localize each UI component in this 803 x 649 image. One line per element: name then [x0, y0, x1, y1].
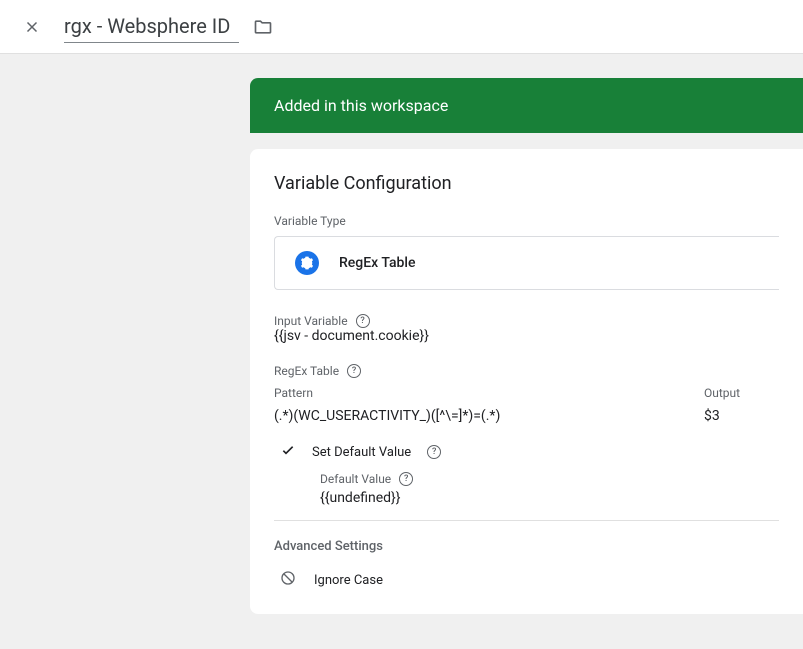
- default-value-label: Default Value: [320, 472, 391, 486]
- pattern-value: (.*)(WC_USERACTIVITY_)([^\=]*)=(.*): [274, 408, 704, 424]
- default-value-block: Default Value ? {{undefined}}: [320, 472, 779, 506]
- gear-icon: [300, 256, 314, 270]
- folder-button[interactable]: [253, 17, 273, 37]
- variable-type-value: RegEx Table: [339, 255, 415, 271]
- help-icon[interactable]: ?: [356, 314, 370, 328]
- variable-name-input[interactable]: [64, 10, 239, 43]
- help-icon[interactable]: ?: [347, 364, 361, 378]
- input-variable-label: Input Variable: [274, 314, 348, 328]
- default-value: {{undefined}}: [320, 490, 779, 506]
- set-default-value-row[interactable]: Set Default Value ?: [280, 442, 779, 462]
- help-icon[interactable]: ?: [427, 445, 441, 459]
- pattern-header: Pattern: [274, 386, 704, 400]
- block-icon: [280, 570, 296, 590]
- variable-type-label: Variable Type: [274, 214, 779, 228]
- config-card: Variable Configuration Variable Type Reg…: [250, 149, 803, 614]
- close-icon: [23, 18, 41, 36]
- workspace-banner: Added in this workspace: [250, 78, 803, 133]
- variable-type-icon-wrap: [295, 251, 319, 275]
- top-bar: [0, 0, 803, 54]
- help-icon[interactable]: ?: [399, 472, 413, 486]
- input-variable-value: {{jsv - document.cookie}}: [274, 328, 779, 344]
- ignore-case-label: Ignore Case: [314, 573, 383, 588]
- check-icon: [280, 442, 296, 462]
- regex-table-header: Pattern Output: [274, 386, 779, 400]
- regex-table-row: (.*)(WC_USERACTIVITY_)([^\=]*)=(.*) $3: [274, 408, 779, 424]
- card-title: Variable Configuration: [274, 173, 779, 194]
- output-header: Output: [704, 386, 779, 400]
- divider: [274, 520, 779, 521]
- folder-icon: [253, 17, 273, 37]
- close-button[interactable]: [12, 7, 52, 47]
- content-area: Added in this workspace Variable Configu…: [0, 54, 803, 614]
- advanced-settings-label: Advanced Settings: [274, 539, 779, 554]
- variable-type-selector[interactable]: RegEx Table: [274, 236, 779, 290]
- output-value: $3: [704, 408, 779, 424]
- banner-text: Added in this workspace: [274, 96, 448, 115]
- regex-table-label: RegEx Table: [274, 364, 339, 378]
- set-default-label: Set Default Value: [312, 445, 411, 460]
- ignore-case-row[interactable]: Ignore Case: [280, 570, 779, 590]
